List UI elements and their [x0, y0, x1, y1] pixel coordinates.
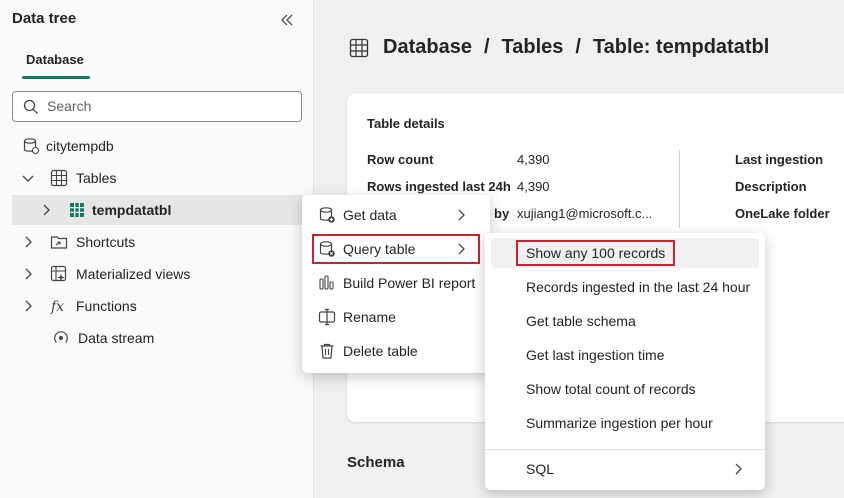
- submenu-item-total-count[interactable]: Show total count of records: [491, 374, 759, 404]
- rename-icon: [318, 308, 336, 326]
- submenu-item-records-24h[interactable]: Records ingested in the last 24 hour: [491, 272, 759, 302]
- chevron-right-icon[interactable]: [20, 234, 36, 250]
- onelake-folder-label: OneLake folder: [735, 206, 830, 221]
- tree-item-tables[interactable]: Tables: [20, 163, 116, 193]
- submenu-divider: [485, 449, 765, 450]
- database-icon: [22, 137, 40, 155]
- collapse-panel-icon[interactable]: [278, 10, 296, 30]
- submenu-label-records-24h: Records ingested in the last 24 hour: [526, 279, 751, 295]
- breadcrumb-tables[interactable]: Tables: [502, 36, 564, 59]
- breadcrumb-database[interactable]: Database: [383, 36, 472, 59]
- tree-label-database: citytempdb: [46, 138, 114, 154]
- menu-item-query-table[interactable]: Query table: [312, 234, 480, 264]
- trash-icon: [318, 342, 336, 360]
- submenu-item-summarize-per-hour[interactable]: Summarize ingestion per hour: [491, 408, 759, 438]
- search-placeholder: Search: [47, 98, 92, 114]
- created-by-value: xujiang1@microsoft.c...: [517, 206, 653, 221]
- submenu-label-total-count: Show total count of records: [526, 381, 696, 397]
- submenu-label-sql: SQL: [526, 461, 555, 477]
- tree-item-materialized-views[interactable]: Materialized views: [20, 259, 190, 289]
- menu-item-rename[interactable]: Rename: [312, 302, 480, 332]
- tree-label-materialized-views: Materialized views: [76, 266, 191, 282]
- tree-item-shortcuts[interactable]: Shortcuts: [20, 227, 135, 257]
- breadcrumb-separator: /: [483, 36, 490, 58]
- data-stream-icon: [52, 329, 70, 347]
- tree-label-tables: Tables: [76, 170, 117, 186]
- submenu-item-show-100[interactable]: Show any 100 records: [491, 238, 759, 268]
- tree-label-shortcuts: Shortcuts: [76, 234, 136, 250]
- materialized-view-icon: [50, 265, 68, 283]
- menu-item-delete-table[interactable]: Delete table: [312, 336, 480, 366]
- function-icon: fx: [50, 297, 68, 315]
- menu-label-build-report: Build Power BI report: [343, 275, 476, 291]
- created-by-label: by: [494, 206, 510, 221]
- tree-label-tempdatatbl: tempdatatbl: [92, 202, 172, 218]
- power-bi-icon: [318, 274, 336, 292]
- chevron-right-icon[interactable]: [20, 266, 36, 282]
- row-count-label: Row count: [367, 152, 434, 167]
- row-count-value: 4,390: [517, 152, 550, 167]
- tree-item-tempdatatbl[interactable]: tempdatatbl: [12, 195, 302, 225]
- shortcut-folder-icon: [50, 233, 68, 251]
- chevron-right-icon: [456, 242, 466, 256]
- tree-item-data-stream[interactable]: Data stream: [52, 323, 154, 353]
- tree-label-data-stream: Data stream: [78, 330, 155, 346]
- rows-24h-value: 4,390: [517, 179, 550, 194]
- database-add-icon: [318, 206, 336, 224]
- submenu-item-sql[interactable]: SQL: [491, 454, 759, 484]
- submenu-label-show-100: Show any 100 records: [516, 240, 676, 266]
- svg-text:fx: fx: [50, 299, 64, 315]
- tree-item-functions[interactable]: fx Functions: [20, 291, 137, 321]
- query-table-submenu: Show any 100 records Records ingested in…: [485, 233, 765, 490]
- details-divider: [679, 150, 680, 228]
- chevron-right-icon: [733, 462, 743, 479]
- menu-label-delete-table: Delete table: [343, 343, 418, 359]
- breadcrumb-separator: /: [575, 36, 581, 58]
- submenu-label-summarize-per-hour: Summarize ingestion per hour: [526, 415, 713, 431]
- tab-active-indicator: [22, 76, 90, 79]
- table-icon: [68, 201, 86, 219]
- search-input[interactable]: Search: [12, 91, 302, 122]
- schema-heading: Schema: [347, 454, 405, 471]
- menu-label-query-table: Query table: [343, 241, 416, 257]
- card-title: Table details: [367, 116, 445, 131]
- last-ingestion-label: Last ingestion: [735, 152, 824, 167]
- rows-24h-label: Rows ingested last 24h: [367, 179, 511, 194]
- context-menu: Get data Query table Build Power BI repo…: [302, 195, 490, 373]
- chevron-down-icon[interactable]: [20, 170, 36, 186]
- menu-label-get-data: Get data: [343, 207, 397, 223]
- chevron-right-icon[interactable]: [38, 202, 54, 218]
- menu-label-rename: Rename: [343, 309, 396, 325]
- tree-item-database[interactable]: citytempdb: [22, 131, 114, 161]
- database-query-icon: [318, 240, 336, 258]
- submenu-item-table-schema[interactable]: Get table schema: [491, 306, 759, 336]
- tab-database[interactable]: Database: [26, 52, 84, 67]
- panel-title: Data tree: [12, 10, 77, 27]
- chevron-right-icon: [456, 208, 466, 222]
- breadcrumb-table: Table: tempdatatbl: [592, 36, 770, 58]
- submenu-item-last-ingestion[interactable]: Get last ingestion time: [491, 340, 759, 370]
- search-icon: [23, 99, 39, 115]
- submenu-label-table-schema: Get table schema: [526, 313, 636, 329]
- chevron-right-icon[interactable]: [20, 298, 36, 314]
- tree-label-functions: Functions: [76, 298, 137, 314]
- breadcrumb: Database / Tables / Table: tempdatatbl: [349, 36, 781, 59]
- menu-item-get-data[interactable]: Get data: [312, 200, 480, 230]
- menu-item-build-report[interactable]: Build Power BI report: [312, 268, 480, 298]
- description-label: Description: [735, 179, 807, 194]
- table-icon: [50, 169, 68, 187]
- data-tree-panel: Data tree Database Search citytempdb Tab…: [0, 0, 314, 498]
- submenu-label-last-ingestion: Get last ingestion time: [526, 347, 665, 363]
- table-icon: [349, 38, 369, 58]
